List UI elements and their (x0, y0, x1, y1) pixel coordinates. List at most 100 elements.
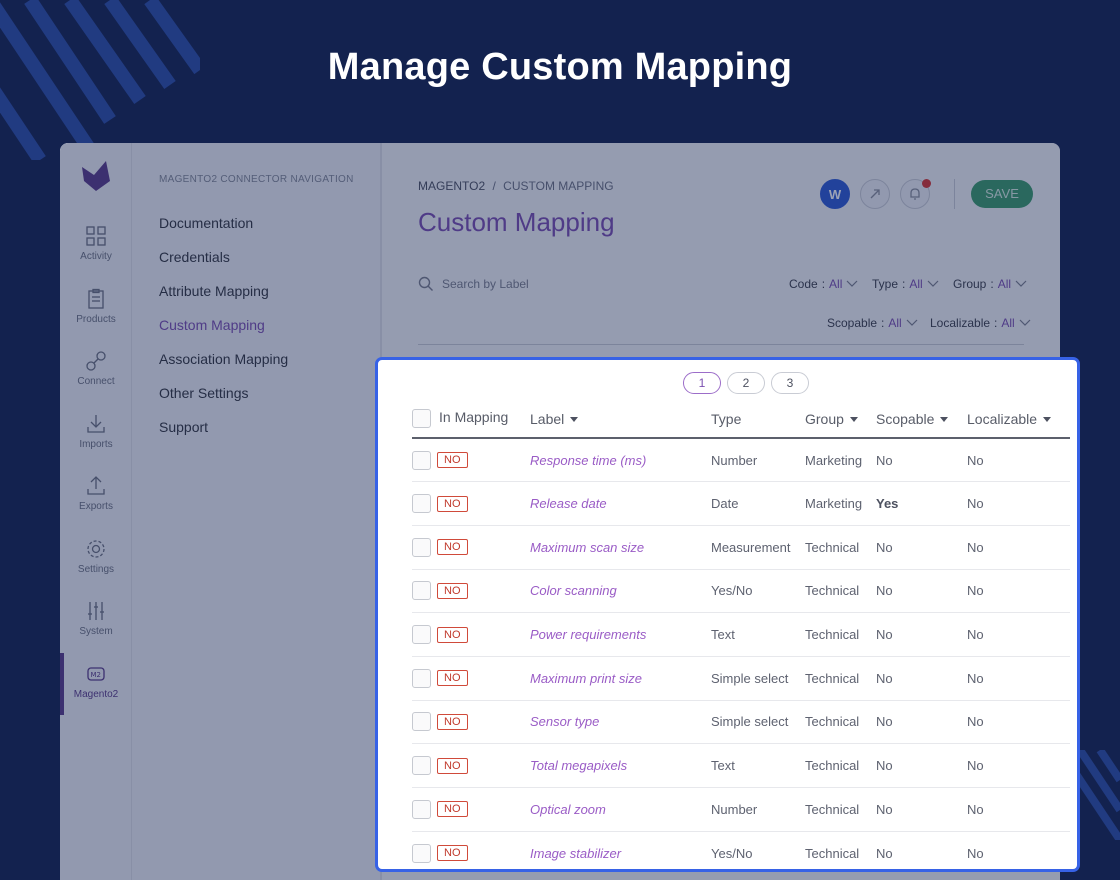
localizable-cell: No (967, 569, 1070, 614)
scopable-cell: No (876, 743, 967, 788)
table-row[interactable]: NO Sensor type Simple select Technical No No (412, 700, 1070, 745)
sort-caret-icon (849, 417, 858, 423)
localizable-cell: No (967, 787, 1070, 832)
label-cell[interactable]: Color scanning (530, 569, 711, 614)
localizable-cell: No (967, 481, 1070, 526)
row-checkbox[interactable] (412, 712, 431, 732)
scopable-cell: No (876, 831, 967, 869)
type-cell: Simple select (711, 656, 805, 701)
group-cell: Technical (805, 831, 876, 869)
row-checkbox[interactable] (412, 843, 431, 863)
in-mapping-cell: NO (412, 787, 530, 832)
table-row[interactable]: NO Image stabilizer Yes/No Technical No No (412, 831, 1070, 869)
localizable-cell: No (967, 700, 1070, 745)
type-cell: Text (711, 743, 805, 788)
localizable-cell: No (967, 525, 1070, 570)
localizable-cell: No (967, 656, 1070, 701)
label-cell[interactable]: Sensor type (530, 700, 711, 745)
status-badge: NO (437, 495, 468, 512)
select-all-checkbox[interactable] (412, 409, 431, 428)
status-badge: NO (437, 757, 468, 774)
in-mapping-cell: NO (412, 438, 530, 483)
scopable-cell: No (876, 569, 967, 614)
col-group[interactable]: Group (805, 400, 876, 439)
sort-caret-icon (940, 417, 949, 423)
status-badge: NO (437, 845, 468, 862)
mapping-table-card: 1 2 3 In Mapping Label Type Group Scopab… (375, 357, 1080, 872)
localizable-cell: No (967, 743, 1070, 788)
col-label[interactable]: Label (530, 400, 711, 439)
in-mapping-cell: NO (412, 743, 530, 788)
group-cell: Technical (805, 656, 876, 701)
row-checkbox[interactable] (412, 668, 431, 688)
table-row[interactable]: NO Maximum scan size Measurement Technical N… (412, 525, 1070, 570)
label-cell[interactable]: Maximum scan size (530, 525, 711, 570)
custom-mapping-table: In Mapping Label Type Group Scopable Loc… (412, 400, 1070, 869)
label-cell[interactable]: Power requirements (530, 612, 711, 657)
localizable-cell: No (967, 438, 1070, 483)
label-cell[interactable]: Total megapixels (530, 743, 711, 788)
group-cell: Marketing (805, 438, 876, 483)
scopable-cell: No (876, 525, 967, 570)
col-type: Type (711, 400, 805, 439)
group-cell: Marketing (805, 481, 876, 526)
in-mapping-cell: NO (412, 481, 530, 526)
status-badge: NO (437, 539, 468, 556)
pagination: 1 2 3 (683, 372, 809, 394)
in-mapping-cell: NO (412, 612, 530, 657)
group-cell: Technical (805, 612, 876, 657)
col-localizable[interactable]: Localizable (967, 400, 1070, 439)
status-badge: NO (437, 670, 468, 687)
in-mapping-cell: NO (412, 831, 530, 869)
page-button[interactable]: 3 (771, 372, 809, 394)
table-row[interactable]: NO Optical zoom Number Technical No No (412, 787, 1070, 832)
page-button[interactable]: 1 (683, 372, 721, 394)
group-cell: Technical (805, 569, 876, 614)
col-in-mapping[interactable]: In Mapping (412, 400, 530, 439)
col-scopable[interactable]: Scopable (876, 400, 967, 439)
group-cell: Technical (805, 743, 876, 788)
group-cell: Technical (805, 525, 876, 570)
row-checkbox[interactable] (412, 756, 431, 776)
type-cell: Number (711, 438, 805, 483)
row-checkbox[interactable] (412, 494, 431, 514)
label-cell[interactable]: Image stabilizer (530, 831, 711, 869)
table-row[interactable]: NO Maximum print size Simple select Technic… (412, 656, 1070, 701)
page-button[interactable]: 2 (727, 372, 765, 394)
table-row[interactable]: NO Color scanning Yes/No Technical No No (412, 569, 1070, 614)
scopable-cell: No (876, 787, 967, 832)
localizable-cell: No (967, 612, 1070, 657)
scopable-cell: No (876, 656, 967, 701)
status-badge: NO (437, 626, 468, 643)
table-row[interactable]: NO Power requirements Text Technical No No (412, 612, 1070, 657)
scopable-cell: Yes (876, 481, 967, 526)
row-checkbox[interactable] (412, 625, 431, 645)
label-cell[interactable]: Optical zoom (530, 787, 711, 832)
label-cell[interactable]: Maximum print size (530, 656, 711, 701)
in-mapping-cell: NO (412, 569, 530, 614)
table-row[interactable]: NO Total megapixels Text Technical No No (412, 743, 1070, 788)
group-cell: Technical (805, 700, 876, 745)
table-header-row: In Mapping Label Type Group Scopable Loc… (412, 400, 1070, 439)
sort-caret-icon (1043, 417, 1052, 423)
type-cell: Yes/No (711, 831, 805, 869)
label-cell[interactable]: Release date (530, 481, 711, 526)
label-cell[interactable]: Response time (ms) (530, 438, 711, 483)
status-badge: NO (437, 801, 468, 818)
row-checkbox[interactable] (412, 799, 431, 819)
localizable-cell: No (967, 831, 1070, 869)
hero-title: Manage Custom Mapping (327, 46, 793, 88)
type-cell: Date (711, 481, 805, 526)
row-checkbox[interactable] (412, 450, 431, 470)
type-cell: Measurement (711, 525, 805, 570)
sort-caret-icon (570, 417, 579, 423)
table-row[interactable]: NO Release date Date Marketing Yes No (412, 481, 1070, 526)
in-mapping-cell: NO (412, 656, 530, 701)
in-mapping-cell: NO (412, 700, 530, 745)
status-badge: NO (437, 452, 468, 469)
table-row[interactable]: NO Response time (ms) Number Marketing No No (412, 438, 1070, 483)
type-cell: Yes/No (711, 569, 805, 614)
type-cell: Text (711, 612, 805, 657)
row-checkbox[interactable] (412, 537, 431, 557)
row-checkbox[interactable] (412, 581, 431, 601)
